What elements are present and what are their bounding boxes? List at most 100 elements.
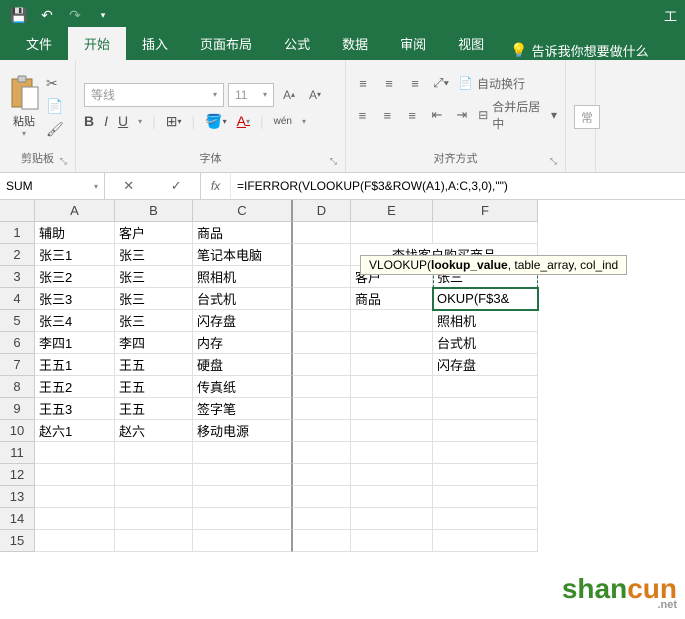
align-left-icon[interactable]: ≡	[354, 106, 371, 124]
row-header[interactable]: 2	[0, 244, 35, 266]
orientation-icon[interactable]: ⤢▾	[432, 74, 450, 92]
cell[interactable]: 移动电源	[193, 420, 293, 442]
col-header-D[interactable]: D	[293, 200, 351, 222]
save-icon[interactable]: 💾	[8, 4, 30, 26]
font-name-combo[interactable]: 等线▾	[84, 83, 224, 107]
cell[interactable]	[351, 332, 433, 354]
row-header[interactable]: 6	[0, 332, 35, 354]
cell[interactable]: 王五	[115, 354, 193, 376]
cell[interactable]	[433, 508, 538, 530]
italic-button[interactable]: I	[104, 113, 108, 129]
cell[interactable]: 传真纸	[193, 376, 293, 398]
align-right-icon[interactable]: ≡	[404, 106, 421, 124]
cell[interactable]: 闪存盘	[433, 354, 538, 376]
cell[interactable]	[293, 354, 351, 376]
cell[interactable]	[35, 464, 115, 486]
cell[interactable]: 张三	[115, 288, 193, 310]
fx-icon[interactable]: fx	[201, 173, 231, 199]
cell[interactable]: 王五1	[35, 354, 115, 376]
cell[interactable]	[293, 332, 351, 354]
cell[interactable]: 硬盘	[193, 354, 293, 376]
cell[interactable]	[433, 398, 538, 420]
cancel-icon[interactable]: ✕	[123, 178, 134, 194]
format-painter-icon[interactable]: 🖌	[46, 121, 64, 138]
cell[interactable]: 赵六	[115, 420, 193, 442]
cell[interactable]: 李四1	[35, 332, 115, 354]
cell[interactable]	[115, 464, 193, 486]
align-bottom-icon[interactable]: ≡	[406, 74, 424, 92]
cell[interactable]: 张三	[115, 310, 193, 332]
cell[interactable]	[293, 530, 351, 552]
cell[interactable]	[433, 464, 538, 486]
cell[interactable]	[433, 376, 538, 398]
cell[interactable]: 照相机	[433, 310, 538, 332]
cell[interactable]	[433, 222, 538, 244]
col-header-A[interactable]: A	[35, 200, 115, 222]
row-header[interactable]: 1	[0, 222, 35, 244]
cell[interactable]	[351, 222, 433, 244]
cell[interactable]	[293, 222, 351, 244]
cell[interactable]	[115, 486, 193, 508]
cell[interactable]	[293, 420, 351, 442]
row-header[interactable]: 12	[0, 464, 35, 486]
cell[interactable]: 李四	[115, 332, 193, 354]
cell[interactable]: 台式机	[193, 288, 293, 310]
align-middle-icon[interactable]: ≡	[380, 74, 398, 92]
indent-increase-icon[interactable]: ⇥	[453, 106, 470, 124]
tab-formula[interactable]: 公式	[268, 27, 326, 60]
cell[interactable]	[293, 310, 351, 332]
wrap-text-button[interactable]: 📄自动换行	[458, 75, 525, 92]
cell[interactable]: 签字笔	[193, 398, 293, 420]
row-header[interactable]: 5	[0, 310, 35, 332]
paste-button[interactable]: 粘贴 ▾	[8, 75, 40, 138]
align-center-icon[interactable]: ≡	[379, 106, 396, 124]
row-header[interactable]: 7	[0, 354, 35, 376]
increase-font-icon[interactable]: A▴	[278, 83, 300, 107]
cell[interactable]	[193, 464, 293, 486]
enter-icon[interactable]: ✓	[171, 178, 182, 194]
cell[interactable]: 内存	[193, 332, 293, 354]
cell[interactable]	[35, 442, 115, 464]
tab-view[interactable]: 视图	[442, 27, 500, 60]
decrease-font-icon[interactable]: A▾	[304, 83, 326, 107]
cell[interactable]	[293, 288, 351, 310]
cell[interactable]	[351, 376, 433, 398]
cell[interactable]: 张三1	[35, 244, 115, 266]
tab-file[interactable]: 文件	[10, 27, 68, 60]
col-header-C[interactable]: C	[193, 200, 293, 222]
undo-icon[interactable]: ↶	[36, 4, 58, 26]
spreadsheet-grid[interactable]: ABCDEF 123456789101112131415 辅助客户商品张三1张三…	[0, 200, 685, 552]
cell[interactable]	[193, 530, 293, 552]
cut-icon[interactable]: ✂	[46, 75, 64, 92]
cell[interactable]	[293, 376, 351, 398]
row-header[interactable]: 8	[0, 376, 35, 398]
cell[interactable]: 王五3	[35, 398, 115, 420]
cell[interactable]	[115, 442, 193, 464]
cell[interactable]: 商品	[351, 288, 433, 310]
select-all-corner[interactable]	[0, 200, 35, 222]
tab-layout[interactable]: 页面布局	[184, 27, 268, 60]
fill-color-icon[interactable]: 🪣▾	[205, 113, 226, 130]
launcher-icon[interactable]: ⤡	[550, 156, 557, 167]
launcher-icon[interactable]: ⤡	[330, 156, 337, 167]
copy-icon[interactable]: 📄	[46, 98, 64, 115]
cell[interactable]	[433, 530, 538, 552]
font-color-icon[interactable]: A▾	[237, 113, 250, 129]
row-header[interactable]: 13	[0, 486, 35, 508]
cell[interactable]	[293, 486, 351, 508]
cell[interactable]	[193, 486, 293, 508]
align-top-icon[interactable]: ≡	[354, 74, 372, 92]
number-format-combo[interactable]: 常	[574, 105, 600, 129]
cell[interactable]	[293, 508, 351, 530]
cell[interactable]: 客户	[115, 222, 193, 244]
cell[interactable]	[351, 420, 433, 442]
cell[interactable]	[351, 442, 433, 464]
cell[interactable]: 张三2	[35, 266, 115, 288]
cell[interactable]: 张三	[115, 266, 193, 288]
cell[interactable]	[293, 464, 351, 486]
cell[interactable]: 张三	[115, 244, 193, 266]
cell[interactable]	[115, 530, 193, 552]
cell[interactable]	[35, 486, 115, 508]
row-header[interactable]: 14	[0, 508, 35, 530]
border-icon[interactable]: ⊞▾	[166, 113, 182, 130]
